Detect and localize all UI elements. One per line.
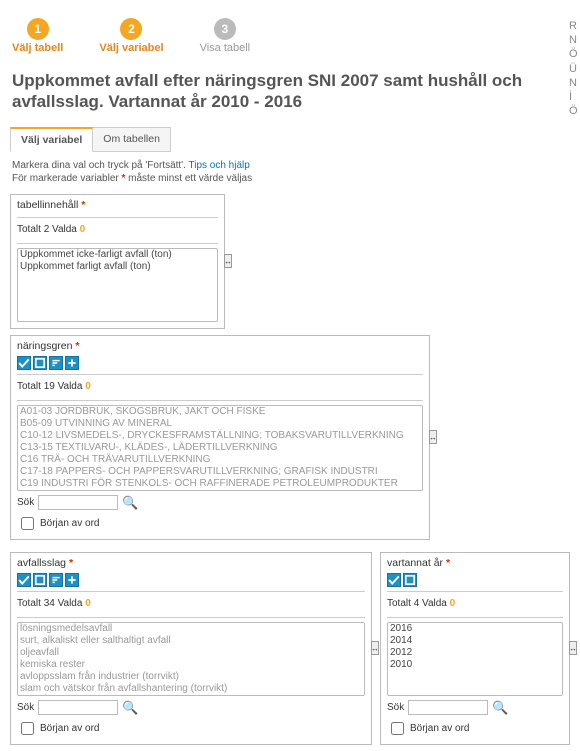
panel-avfallsslag: avfallsslag * Totalt 34 Valda 0 lösnings… [10,552,372,745]
panel-avfallsslag-tools [17,573,365,587]
required-star-icon: * [81,199,85,211]
listbox-vartannat-ar[interactable]: 2016201420122010 [387,622,563,696]
wizard-steps: 1 Välj tabell 2 Välj variabel 3 Visa tab… [0,0,580,62]
resize-handle[interactable]: ↔ [224,254,232,268]
resize-handle[interactable]: ↔ [371,641,379,655]
begin-of-word-label: Början av ord [40,518,99,529]
resize-handle[interactable]: ↔ [429,430,437,444]
search-input-avfallsslag[interactable] [38,700,118,715]
begin-of-word-checkbox-naringsgren[interactable] [21,517,34,530]
wizard-step-3-circle: 3 [214,18,236,40]
select-all-button[interactable] [387,573,401,587]
search-icon[interactable]: 🔍 [492,700,508,716]
deselect-all-button[interactable] [33,356,47,370]
page-edge-artifact: RNÖ ÜNİ Ö [569,20,578,118]
wizard-step-3-label: Visa tabell [200,42,251,54]
begin-of-word-checkbox-avfallsslag[interactable] [21,722,34,735]
wizard-step-2-label: Välj variabel [99,42,163,54]
listbox-naringsgren[interactable]: A01-03 JORDBRUK, SKOGSBRUK, JAKT OCH FIS… [17,405,423,491]
search-input-naringsgren[interactable] [38,495,118,510]
panel-naringsgren-title: näringsgren [17,340,72,352]
search-icon[interactable]: 🔍 [122,495,138,511]
begin-of-word-label: Början av ord [40,723,99,734]
tab-bar: Välj variabel Om tabellen [10,127,580,152]
wizard-step-2[interactable]: 2 Välj variabel [99,18,163,54]
select-all-button[interactable] [17,573,31,587]
panel-naringsgren-totals: Totalt 19 Valda 0 [17,379,423,396]
expand-button[interactable] [65,573,79,587]
tips-link[interactable]: Tips och hjälp [188,160,249,171]
page-title: Uppkommet avfall efter näringsgren SNI 2… [12,70,568,113]
panel-vartannat-ar: vartannat år * Totalt 4 Valda 0 20162014… [380,552,570,745]
search-input-vartannat-ar[interactable] [408,700,488,715]
search-icon[interactable]: 🔍 [122,700,138,716]
required-star-icon: * [446,557,450,569]
tab-om-tabellen[interactable]: Om tabellen [93,127,171,152]
panel-vartannat-ar-totals: Totalt 4 Valda 0 [387,596,563,613]
search-label: Sök [17,702,34,713]
search-label: Sök [387,702,404,713]
begin-of-word-label: Början av ord [410,723,469,734]
required-star-icon: * [75,340,79,352]
begin-of-word-checkbox-vartannat-ar[interactable] [391,722,404,735]
wizard-step-1[interactable]: 1 Välj tabell [12,18,63,54]
wizard-step-3[interactable]: 3 Visa tabell [200,18,251,54]
panel-avfallsslag-title: avfallsslag [17,557,66,569]
panel-tabellinnehall-totals: Totalt 2 Valda 0 [17,222,218,239]
required-star-icon: * [69,557,73,569]
resize-handle[interactable]: ↔ [569,641,577,655]
panel-naringsgren-tools [17,356,423,370]
instruction-line-2: För markerade variabler * måste minst et… [12,173,568,184]
listbox-avfallsslag[interactable]: lösningsmedelsavfallsurt, alkaliskt elle… [17,622,365,696]
wizard-step-2-circle: 2 [120,18,142,40]
panel-tabellinnehall-title: tabellinnehåll [17,199,78,211]
panel-vartannat-ar-title: vartannat år [387,557,443,569]
expand-button[interactable] [65,356,79,370]
panel-vartannat-ar-tools [387,573,563,587]
select-all-button[interactable] [17,356,31,370]
wizard-step-1-label: Välj tabell [12,42,63,54]
listbox-tabellinnehall[interactable]: Uppkommet icke-farligt avfall (ton)Uppko… [17,248,218,322]
deselect-all-button[interactable] [33,573,47,587]
sort-button[interactable] [49,573,63,587]
tab-valj-variabel[interactable]: Välj variabel [10,127,93,152]
sort-button[interactable] [49,356,63,370]
wizard-step-1-circle: 1 [27,18,49,40]
panel-tabellinnehall: tabellinnehåll * Totalt 2 Valda 0 Uppkom… [10,194,225,329]
search-label: Sök [17,497,34,508]
panel-naringsgren: näringsgren * Totalt 19 Valda 0 A01-03 J… [10,335,430,540]
instruction-line-1: Markera dina val och tryck på 'Fortsätt'… [12,160,568,171]
panel-avfallsslag-totals: Totalt 34 Valda 0 [17,596,365,613]
deselect-all-button[interactable] [403,573,417,587]
